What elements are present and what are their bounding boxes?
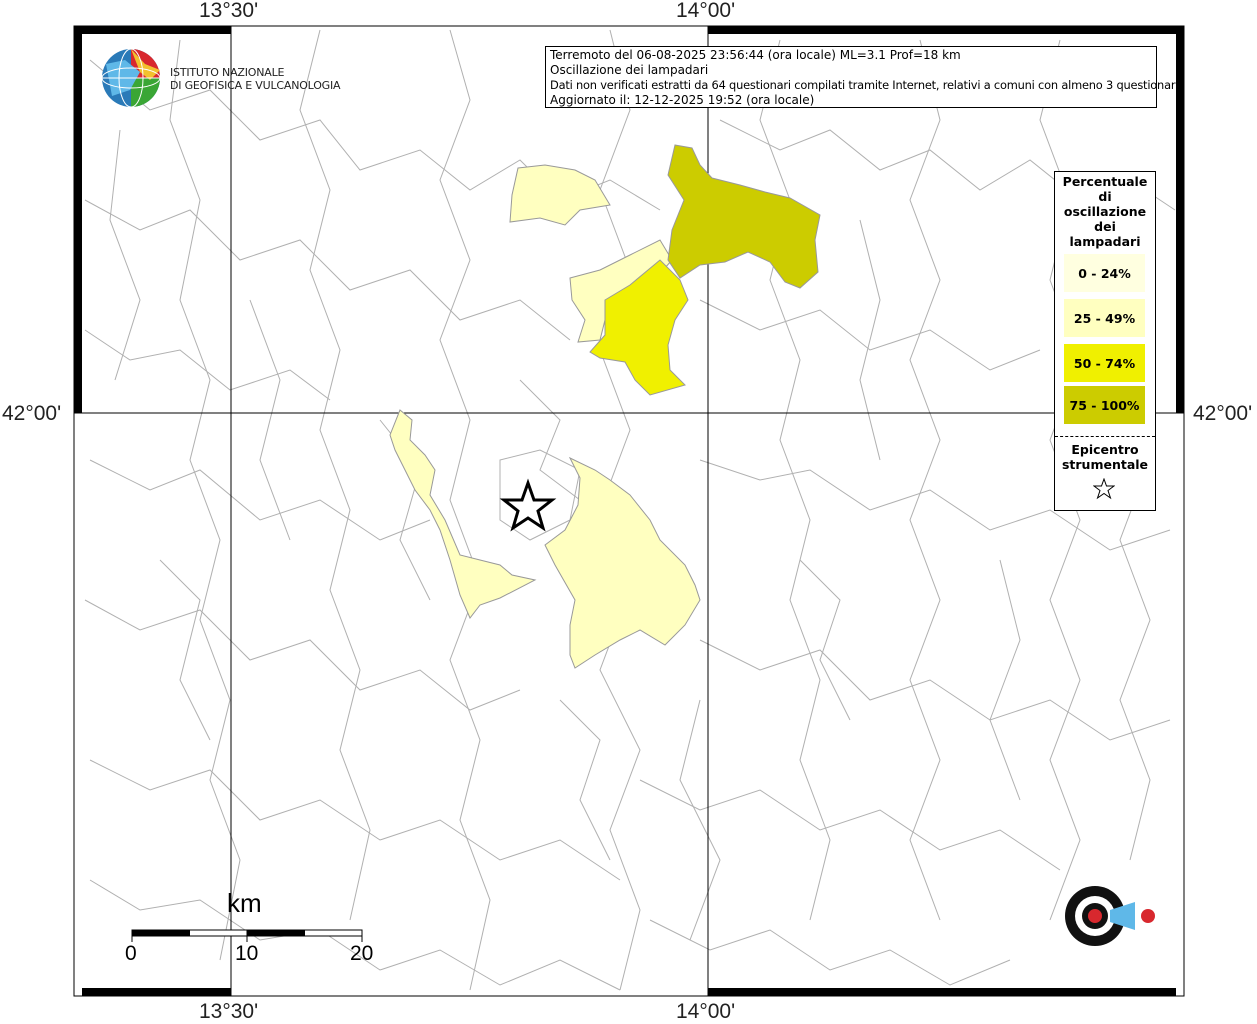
axis-top-left-label: 13°30' [199,0,259,22]
logo-line1: ISTITUTO NAZIONALE [170,66,285,79]
legend-item-label: 25 - 49% [1073,310,1136,326]
legend-epicenter-label: Epicentro strumentale [1061,442,1149,472]
axis-bottom-right-label: 14°00' [676,1000,736,1023]
legend-item-3: 75 - 100% [1064,386,1145,424]
scale-unit-label: km [227,888,262,918]
legend-separator [1055,436,1155,437]
event-info-line1: Terremoto del 06-08-2025 23:56:44 (ora l… [550,48,961,62]
scale-tick-0: 0 [125,942,137,965]
legend-item-1: 25 - 49% [1064,299,1145,337]
event-info-line2: Oscillazione dei lampadari [550,63,709,77]
axis-left-lat-label: 42°00' [2,402,62,425]
event-info-box: Terremoto del 06-08-2025 23:56:44 (ora l… [545,46,1182,108]
legend-item-label: 75 - 100% [1069,397,1140,413]
legend-item-label: 0 - 24% [1078,265,1131,281]
event-info-line4: Aggiornato il: 12-12-2025 19:52 (ora loc… [550,93,815,107]
legend-star-icon [1093,478,1115,500]
axis-top-right-label: 14°00' [676,0,736,22]
legend-item-2: 50 - 74% [1064,344,1145,382]
ingv-logo-text: ISTITUTO NAZIONALE DI GEOFISICA E VULCAN… [170,66,341,92]
intensity-map [73,25,1185,997]
legend-title: Percentuale di oscillazione dei lampadar… [1062,174,1148,249]
logo-line2: DI GEOFISICA E VULCANOLOGIA [170,79,341,92]
axis-right-lat-label: 42°00' [1193,402,1253,425]
legend-item-label: 50 - 74% [1073,355,1136,371]
scale-tick-10: 10 [235,942,259,965]
legend-item-0: 0 - 24% [1064,254,1145,292]
event-info-line3: Dati non verificati estratti da 64 quest… [550,78,1182,92]
scale-tick-20: 20 [350,942,374,965]
legend-panel: Percentuale di oscillazione dei lampadar… [1054,171,1156,511]
ingv-logo-icon [101,48,161,108]
axis-bottom-left-label: 13°30' [199,1000,259,1023]
